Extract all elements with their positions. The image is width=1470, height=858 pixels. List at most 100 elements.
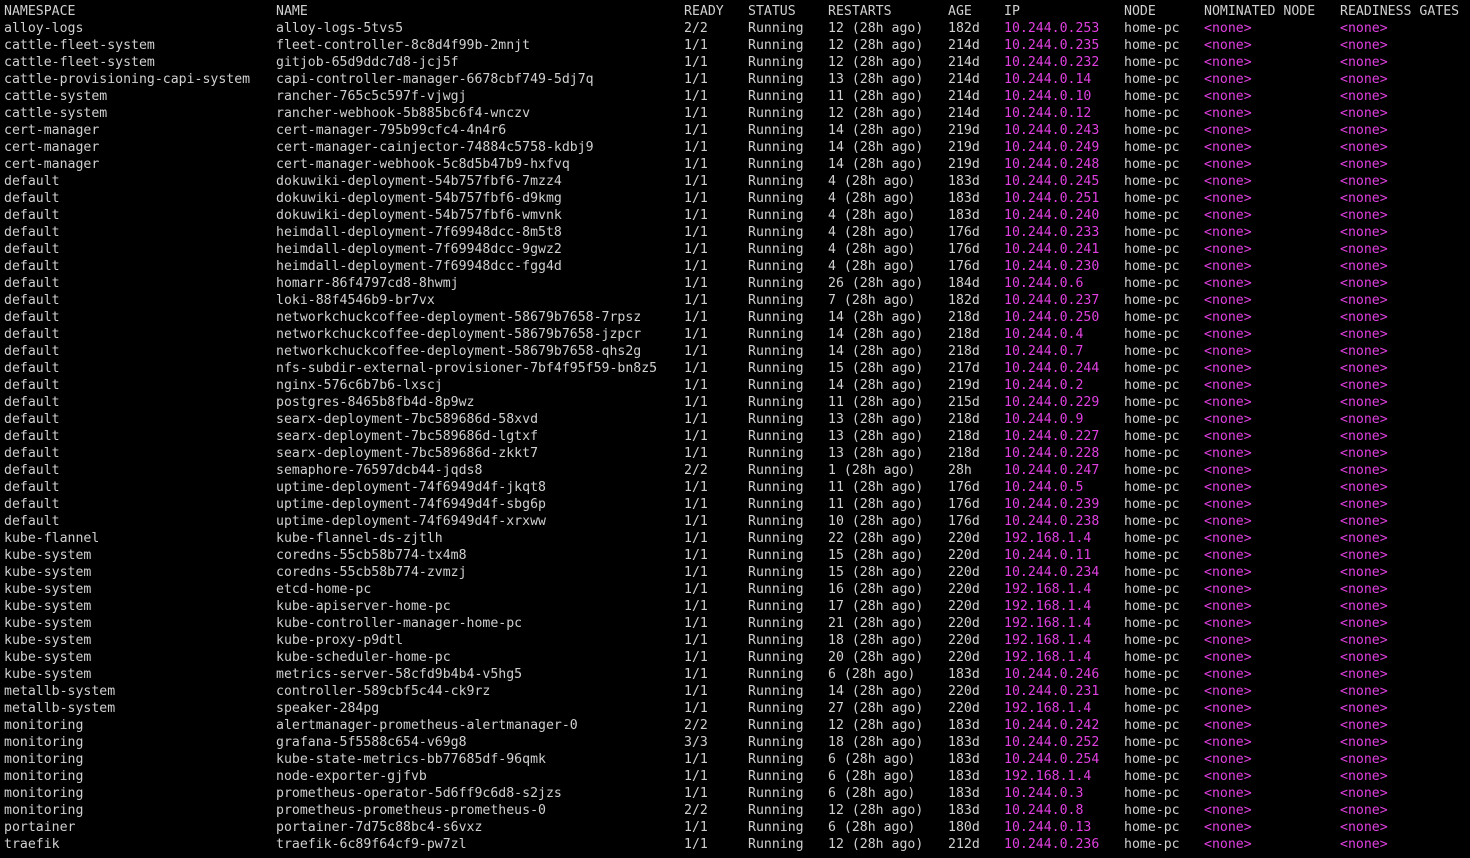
readiness-gates-cell: <none> (1340, 718, 1388, 733)
table-row: metallb-system speaker-284pg 1/1 Running 27 … (0, 700, 1470, 717)
restarts-cell: 1 (28h ago) (828, 463, 916, 478)
pod-name-cell: semaphore-76597dcb44-jqds8 (276, 463, 483, 478)
ready-cell: 1/1 (684, 769, 708, 784)
ip-cell: 10.244.0.13 (1004, 820, 1092, 835)
node-cell: home-pc (1124, 667, 1180, 682)
restarts-cell: 4 (28h ago) (828, 174, 916, 189)
nominated-node-cell: <none> (1204, 157, 1252, 172)
node-cell: home-pc (1124, 276, 1180, 291)
header-name: NAME (276, 4, 308, 19)
nominated-node-cell: <none> (1204, 38, 1252, 53)
nominated-node-cell: <none> (1204, 140, 1252, 155)
terminal-window[interactable]: NAMESPACE NAME READY STATUS RESTARTS AGE… (0, 0, 1470, 858)
age-cell: 220d (948, 548, 980, 563)
status-cell: Running (748, 242, 804, 257)
nominated-node-cell: <none> (1204, 803, 1252, 818)
pod-list: alloy-logs alloy-logs-5tvs5 2/2 Running 12 (… (0, 20, 1470, 853)
nominated-node-cell: <none> (1204, 174, 1252, 189)
readiness-gates-cell: <none> (1340, 514, 1388, 529)
restarts-cell: 13 (28h ago) (828, 412, 924, 427)
nominated-node-cell: <none> (1204, 701, 1252, 716)
age-cell: 184d (948, 276, 980, 291)
readiness-gates-cell: <none> (1340, 412, 1388, 427)
restarts-cell: 26 (28h ago) (828, 276, 924, 291)
table-row: monitoring prometheus-prometheus-promethe… (0, 802, 1470, 819)
status-cell: Running (748, 582, 804, 597)
pod-name-cell: rancher-765c5c597f-vjwgj (276, 89, 467, 104)
pod-name-cell: heimdall-deployment-7f69948dcc-8m5t8 (276, 225, 562, 240)
readiness-gates-cell: <none> (1340, 582, 1388, 597)
table-row: cattle-fleet-system gitjob-65d9ddc7d8-jcj… (0, 54, 1470, 71)
age-cell: 183d (948, 752, 980, 767)
status-cell: Running (748, 650, 804, 665)
namespace-cell: monitoring (4, 752, 84, 767)
namespace-cell: kube-system (4, 548, 92, 563)
nominated-node-cell: <none> (1204, 89, 1252, 104)
nominated-node-cell: <none> (1204, 497, 1252, 512)
ip-cell: 10.244.0.239 (1004, 497, 1100, 512)
namespace-cell: cert-manager (4, 157, 100, 172)
header-nominated-node: NOMINATED NODE (1204, 4, 1316, 19)
age-cell: 176d (948, 497, 980, 512)
ready-cell: 1/1 (684, 820, 708, 835)
table-row: default networkchuckcoffee-deployment-586… (0, 309, 1470, 326)
ip-cell: 10.244.0.6 (1004, 276, 1084, 291)
age-cell: 220d (948, 565, 980, 580)
restarts-cell: 10 (28h ago) (828, 514, 924, 529)
node-cell: home-pc (1124, 38, 1180, 53)
pod-name-cell: nfs-subdir-external-provisioner-7bf4f95f… (276, 361, 658, 376)
ip-cell: 10.244.0.247 (1004, 463, 1100, 478)
nominated-node-cell: <none> (1204, 361, 1252, 376)
age-cell: 183d (948, 786, 980, 801)
ready-cell: 1/1 (684, 361, 708, 376)
pod-name-cell: node-exporter-gjfvb (276, 769, 427, 784)
ip-cell: 10.244.0.245 (1004, 174, 1100, 189)
ready-cell: 1/1 (684, 786, 708, 801)
pod-name-cell: alertmanager-prometheus-alertmanager-0 (276, 718, 578, 733)
status-cell: Running (748, 684, 804, 699)
table-row: default searx-deployment-7bc589686d-58xvd… (0, 411, 1470, 428)
status-cell: Running (748, 667, 804, 682)
namespace-cell: default (4, 429, 60, 444)
ready-cell: 1/1 (684, 548, 708, 563)
table-row: alloy-logs alloy-logs-5tvs5 2/2 Running 12 (… (0, 20, 1470, 37)
restarts-cell: 11 (28h ago) (828, 480, 924, 495)
ip-cell: 10.244.0.235 (1004, 38, 1100, 53)
status-cell: Running (748, 344, 804, 359)
node-cell: home-pc (1124, 327, 1180, 342)
ready-cell: 1/1 (684, 633, 708, 648)
namespace-cell: cattle-system (4, 106, 108, 121)
ip-cell: 10.244.0.252 (1004, 735, 1100, 750)
readiness-gates-cell: <none> (1340, 531, 1388, 546)
ready-cell: 1/1 (684, 684, 708, 699)
node-cell: home-pc (1124, 820, 1180, 835)
pod-name-cell: kube-flannel-ds-zjtlh (276, 531, 443, 546)
ready-cell: 1/1 (684, 327, 708, 342)
restarts-cell: 20 (28h ago) (828, 650, 924, 665)
table-row: default heimdall-deployment-7f69948dcc-8m… (0, 224, 1470, 241)
restarts-cell: 17 (28h ago) (828, 599, 924, 614)
restarts-cell: 15 (28h ago) (828, 361, 924, 376)
restarts-cell: 12 (28h ago) (828, 21, 924, 36)
ip-cell: 10.244.0.237 (1004, 293, 1100, 308)
ip-cell: 10.244.0.231 (1004, 684, 1100, 699)
table-row: cattle-fleet-system fleet-controller-8c8d… (0, 37, 1470, 54)
restarts-cell: 16 (28h ago) (828, 582, 924, 597)
nominated-node-cell: <none> (1204, 259, 1252, 274)
node-cell: home-pc (1124, 89, 1180, 104)
status-cell: Running (748, 837, 804, 852)
nominated-node-cell: <none> (1204, 514, 1252, 529)
readiness-gates-cell: <none> (1340, 446, 1388, 461)
node-cell: home-pc (1124, 242, 1180, 257)
nominated-node-cell: <none> (1204, 378, 1252, 393)
namespace-cell: default (4, 293, 60, 308)
readiness-gates-cell: <none> (1340, 106, 1388, 121)
ready-cell: 1/1 (684, 225, 708, 240)
restarts-cell: 14 (28h ago) (828, 684, 924, 699)
ready-cell: 1/1 (684, 89, 708, 104)
age-cell: 214d (948, 106, 980, 121)
pod-name-cell: homarr-86f4797cd8-8hwmj (276, 276, 459, 291)
node-cell: home-pc (1124, 310, 1180, 325)
node-cell: home-pc (1124, 480, 1180, 495)
ready-cell: 1/1 (684, 191, 708, 206)
